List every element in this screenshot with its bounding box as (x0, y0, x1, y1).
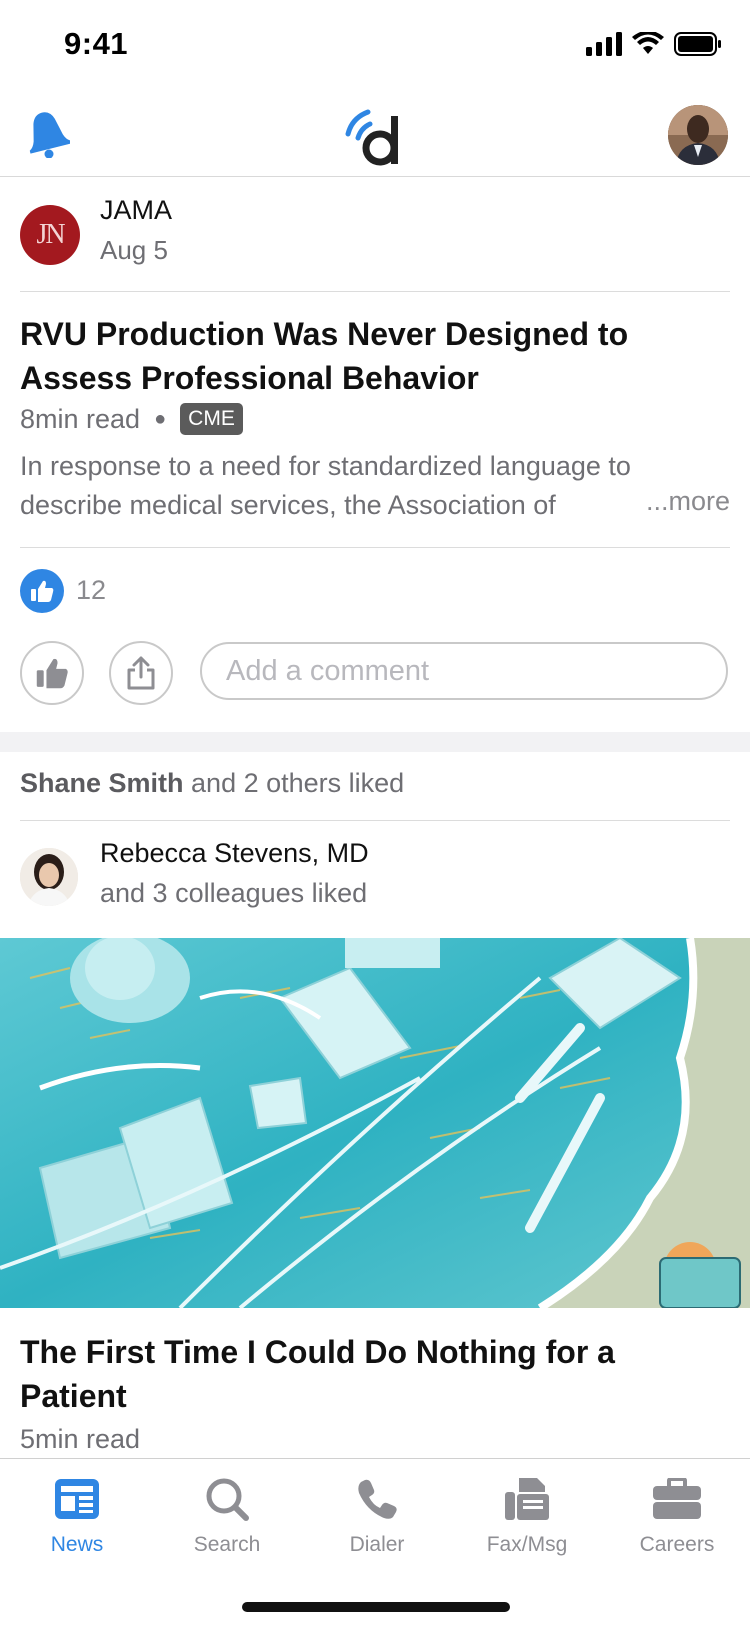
divider (20, 820, 730, 821)
news-icon (55, 1479, 99, 1519)
profile-avatar[interactable] (668, 105, 728, 165)
post-date: Aug 5 (100, 235, 168, 265)
divider (20, 291, 730, 292)
tab-careers[interactable]: Careers (602, 1469, 750, 1557)
separator-dot: ● (154, 407, 167, 430)
phone-icon (358, 1479, 397, 1519)
more-link[interactable]: ...more (605, 486, 730, 517)
wifi-icon (632, 32, 664, 54)
section-separator (0, 732, 750, 752)
share-button[interactable] (109, 641, 173, 705)
battery-icon (674, 32, 721, 56)
notifications-button[interactable] (24, 108, 72, 159)
app-header (0, 94, 750, 177)
cme-badge: CME (180, 403, 243, 435)
colleague-subtitle: and 3 colleagues liked (100, 878, 368, 908)
status-bar: 9:41 (0, 0, 750, 94)
tab-dialer[interactable]: Dialer (302, 1469, 452, 1557)
liked-by-name[interactable]: Shane Smith (20, 768, 184, 798)
home-indicator (242, 1602, 510, 1612)
article-title[interactable]: The First Time I Could Do Nothing for a … (20, 1330, 720, 1418)
tab-search[interactable]: Search (152, 1469, 302, 1557)
read-time: 8min read (20, 403, 141, 434)
liked-by-rest: and 2 others liked (183, 768, 405, 798)
tab-label: News (50, 1533, 104, 1556)
article-title[interactable]: RVU Production Was Never Designed to Ass… (20, 312, 720, 400)
doximity-logo[interactable] (342, 100, 412, 170)
comment-input[interactable]: Add a comment (200, 642, 728, 700)
feed-card-1[interactable]: JN JAMA Aug 5 RVU Production Was Never D… (0, 177, 750, 732)
tab-news[interactable]: News (2, 1469, 152, 1557)
colleague-avatar[interactable] (20, 848, 78, 906)
status-time: 9:41 (64, 26, 129, 61)
read-time: 5min read (20, 1424, 141, 1454)
tab-label: Dialer (349, 1533, 405, 1556)
liked-by-line[interactable]: Shane Smith and 2 others liked (20, 768, 404, 799)
tab-label: Search (193, 1533, 261, 1556)
source-logo[interactable]: JN (20, 205, 80, 265)
tab-bar: News Search Dialer Fax/Msg Careers (0, 1458, 750, 1625)
article-hero-image[interactable] (0, 938, 750, 1308)
likes-badge (20, 569, 64, 613)
tab-fax-msg[interactable]: Fax/Msg (452, 1469, 602, 1557)
status-icons (586, 32, 722, 56)
article-meta: 8min read ● CME (20, 403, 243, 435)
source-name[interactable]: JAMA (100, 195, 172, 226)
tab-label: Careers (639, 1533, 715, 1556)
thumbs-up-icon (31, 580, 54, 602)
share-icon (127, 656, 155, 690)
like-count[interactable]: 12 (76, 575, 106, 606)
search-icon (206, 1478, 249, 1521)
bell-icon (29, 112, 72, 159)
divider (20, 547, 730, 548)
colleague-name[interactable]: Rebecca Stevens, MD (100, 838, 369, 869)
like-button[interactable] (20, 641, 84, 705)
tab-label: Fax/Msg (486, 1533, 568, 1556)
cellular-signal-icon (586, 32, 622, 56)
briefcase-icon (653, 1478, 701, 1519)
thumbs-up-icon (36, 658, 68, 689)
fax-icon (505, 1478, 549, 1520)
